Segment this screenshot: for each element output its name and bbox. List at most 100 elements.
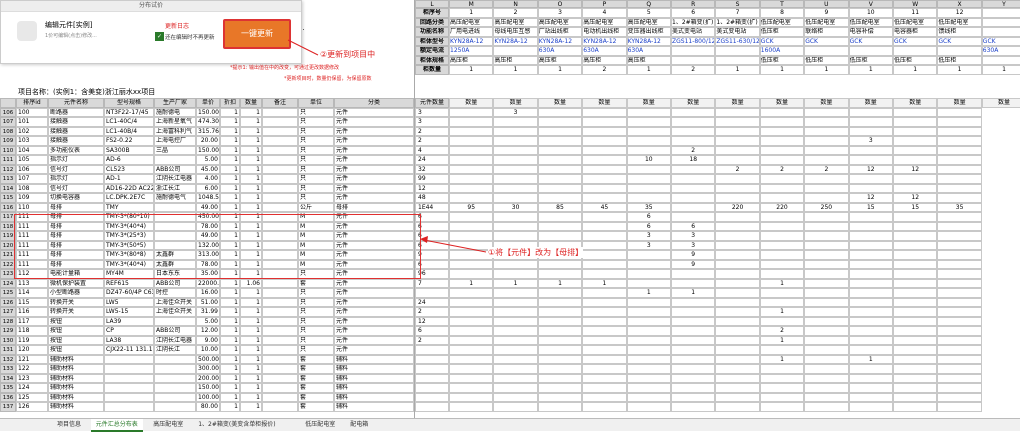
- matrix-cell[interactable]: [804, 107, 849, 117]
- matrix-cell[interactable]: [626, 373, 671, 383]
- table-cell[interactable]: [262, 164, 298, 174]
- table-cell[interactable]: 6.00: [196, 183, 220, 193]
- table-cell[interactable]: 上海佳众开关: [154, 297, 196, 307]
- table-cell[interactable]: 江阴长江电器: [154, 174, 196, 184]
- table-cell[interactable]: LC.DPK.2E7C: [104, 193, 154, 203]
- matrix-total-cell[interactable]: 2: [415, 136, 449, 146]
- table-cell[interactable]: [262, 335, 298, 345]
- matrix-cell[interactable]: [626, 345, 671, 355]
- table-cell[interactable]: 上海电控厂: [154, 136, 196, 146]
- table-cell[interactable]: 1: [240, 183, 262, 193]
- table-cell[interactable]: 元件: [334, 136, 414, 146]
- matrix-cell[interactable]: [671, 174, 716, 184]
- matrix-cell[interactable]: [804, 155, 849, 165]
- table-cell[interactable]: [262, 354, 298, 364]
- matrix-cell[interactable]: [626, 164, 671, 174]
- matrix-cell[interactable]: [804, 193, 849, 203]
- matrix-cell[interactable]: [715, 193, 760, 203]
- matrix-cell[interactable]: [715, 250, 760, 260]
- table-cell[interactable]: 套: [298, 364, 334, 374]
- table-cell[interactable]: 按钮: [48, 326, 104, 336]
- matrix-cell[interactable]: 1: [626, 288, 671, 298]
- table-cell[interactable]: 101: [16, 117, 48, 127]
- table-cell[interactable]: 只: [298, 335, 334, 345]
- matrix-cell[interactable]: [582, 136, 627, 146]
- table-cell[interactable]: 套: [298, 392, 334, 402]
- matrix-cell[interactable]: [804, 297, 849, 307]
- table-cell[interactable]: 200.00: [196, 373, 220, 383]
- table-cell[interactable]: 元件: [334, 326, 414, 336]
- matrix-header-cell[interactable]: KYN28A-12: [582, 36, 627, 46]
- matrix-total-cell[interactable]: 2: [415, 307, 449, 317]
- matrix-cell[interactable]: [449, 297, 494, 307]
- matrix-total-cell[interactable]: 4: [415, 145, 449, 155]
- table-cell[interactable]: [104, 373, 154, 383]
- matrix-header-cell[interactable]: ZGS11-800/12: [671, 36, 716, 46]
- matrix-header-cell[interactable]: 1: [848, 65, 893, 75]
- matrix-cell[interactable]: 18: [671, 155, 716, 165]
- table-cell[interactable]: 元件: [334, 193, 414, 203]
- table-cell[interactable]: 1: [240, 297, 262, 307]
- matrix-cell[interactable]: [893, 383, 938, 393]
- matrix-cell[interactable]: [893, 221, 938, 231]
- matrix-total-cell[interactable]: [415, 288, 449, 298]
- matrix-cell[interactable]: [537, 259, 583, 269]
- table-cell[interactable]: 元件: [334, 183, 414, 193]
- table-cell[interactable]: [262, 402, 298, 412]
- matrix-cell[interactable]: [537, 221, 583, 231]
- matrix-cell[interactable]: [759, 240, 805, 250]
- matrix-header-cell[interactable]: [848, 46, 893, 56]
- matrix-header-cell[interactable]: 低压配电室: [937, 17, 982, 27]
- table-cell[interactable]: [262, 326, 298, 336]
- matrix-cell[interactable]: [848, 383, 893, 393]
- matrix-cell[interactable]: [626, 183, 671, 193]
- matrix-cell[interactable]: [937, 193, 982, 203]
- matrix-cell[interactable]: [537, 364, 583, 374]
- table-cell[interactable]: [104, 354, 154, 364]
- table-cell[interactable]: 只: [298, 174, 334, 184]
- matrix-cell[interactable]: [449, 288, 494, 298]
- table-cell[interactable]: 1: [240, 126, 262, 136]
- table-cell[interactable]: 只: [298, 164, 334, 174]
- matrix-cell[interactable]: 1: [759, 307, 805, 317]
- table-cell[interactable]: 接触器: [48, 117, 104, 127]
- matrix-cell[interactable]: [582, 164, 627, 174]
- table-cell[interactable]: 1: [220, 126, 240, 136]
- matrix-header-cell[interactable]: 高压配电室: [626, 17, 671, 27]
- matrix-cell[interactable]: 3: [626, 240, 671, 250]
- matrix-cell[interactable]: [937, 107, 982, 117]
- table-cell[interactable]: 江阴长江: [154, 345, 196, 355]
- matrix-cell[interactable]: [671, 183, 716, 193]
- table-cell[interactable]: [262, 383, 298, 393]
- matrix-header-cell[interactable]: [981, 27, 1020, 37]
- matrix-header-cell[interactable]: 电容补偿: [848, 27, 893, 37]
- matrix-cell[interactable]: [626, 364, 671, 374]
- matrix-cell[interactable]: [493, 126, 538, 136]
- matrix-cell[interactable]: [626, 117, 671, 127]
- table-cell[interactable]: 辅料: [334, 373, 414, 383]
- matrix-header-cell[interactable]: 1: [449, 8, 494, 18]
- matrix-cell[interactable]: [804, 212, 849, 222]
- matrix-header-cell[interactable]: GCK: [848, 36, 893, 46]
- table-cell[interactable]: [262, 392, 298, 402]
- matrix-total-cell[interactable]: 24: [415, 297, 449, 307]
- column-header[interactable]: 单价: [196, 98, 220, 108]
- table-cell[interactable]: 浙江长江: [154, 183, 196, 193]
- matrix-header-cell[interactable]: 2: [671, 65, 716, 75]
- table-cell[interactable]: 1: [220, 354, 240, 364]
- table-cell[interactable]: [262, 126, 298, 136]
- matrix-cell[interactable]: [715, 145, 760, 155]
- matrix-cell[interactable]: [671, 335, 716, 345]
- matrix-cell[interactable]: [537, 316, 583, 326]
- table-cell[interactable]: 断路器: [48, 107, 104, 117]
- table-cell[interactable]: 只: [298, 126, 334, 136]
- matrix-cell[interactable]: [804, 136, 849, 146]
- matrix-cell[interactable]: [537, 354, 583, 364]
- matrix-cell[interactable]: [804, 373, 849, 383]
- matrix-cell[interactable]: [449, 373, 494, 383]
- matrix-cell[interactable]: [537, 335, 583, 345]
- table-cell[interactable]: ABB公司: [154, 278, 196, 288]
- matrix-cell[interactable]: [582, 212, 627, 222]
- matrix-cell[interactable]: [626, 193, 671, 203]
- table-cell[interactable]: [262, 202, 298, 212]
